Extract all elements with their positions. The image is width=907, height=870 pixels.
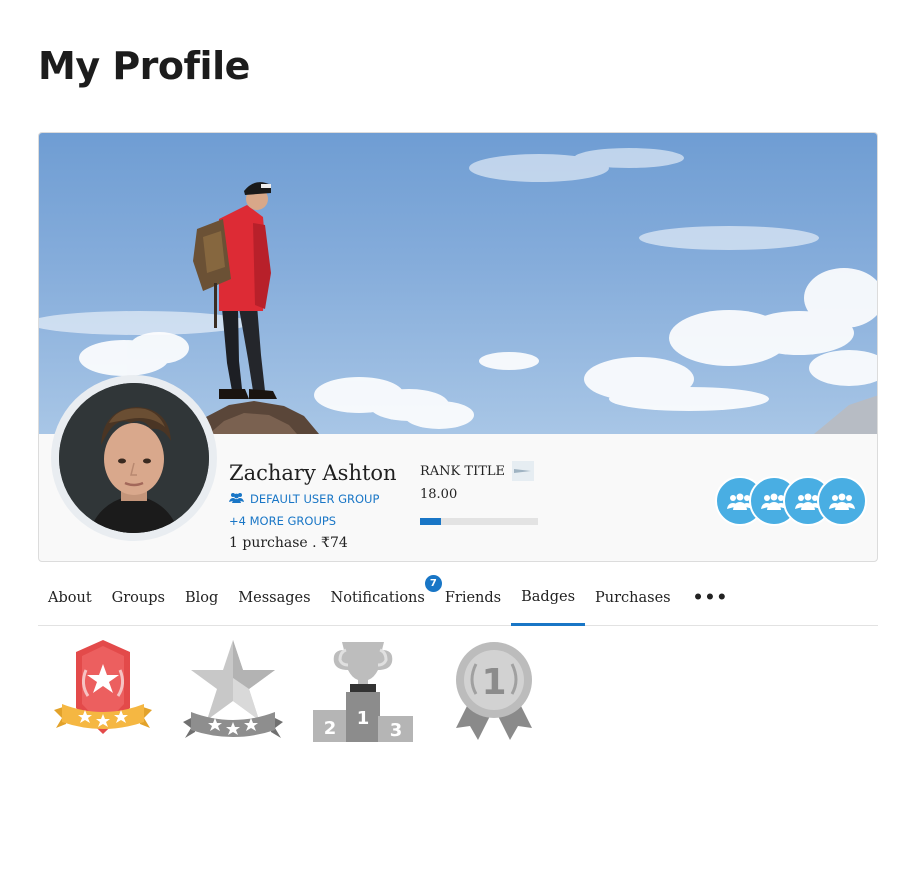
default-user-group-link[interactable]: DEFAULT USER GROUP xyxy=(229,492,379,506)
group-avatar[interactable] xyxy=(817,476,867,526)
users-group-icon xyxy=(229,492,244,506)
rank-title-row: RANK TITLE xyxy=(420,461,534,481)
rank-progress-fill xyxy=(420,518,442,525)
avatar[interactable] xyxy=(59,383,209,533)
default-user-group-label: DEFAULT USER GROUP xyxy=(250,492,380,506)
tab-label: Groups xyxy=(111,589,165,606)
podium-third-label: 3 xyxy=(390,720,403,741)
profile-card: Zachary Ashton DEFAULT USER GROUP +4 MOR… xyxy=(38,132,878,562)
tab-blog[interactable]: Blog xyxy=(175,570,228,625)
rank-flag-icon xyxy=(512,461,534,481)
tab-label: About xyxy=(48,589,92,606)
tab-messages[interactable]: Messages xyxy=(228,570,320,625)
tab-label: Messages xyxy=(238,589,311,606)
group-people-icon xyxy=(829,493,855,510)
avatar-portrait xyxy=(59,383,209,533)
tab-notifications[interactable]: Notifications 7 xyxy=(321,570,443,625)
group-avatars xyxy=(715,476,867,526)
tab-label: Friends xyxy=(444,589,502,606)
purchase-summary: 1 purchase . ₹74 xyxy=(229,535,348,551)
page-title: My Profile xyxy=(38,44,250,88)
tab-friends[interactable]: Friends xyxy=(435,570,511,625)
grey-star-ribbon-badge-icon[interactable] xyxy=(183,638,283,746)
rank-points: 18.00 xyxy=(420,487,458,502)
tab-label: Notifications xyxy=(330,589,425,606)
tab-purchases[interactable]: Purchases xyxy=(585,570,681,625)
more-groups-link[interactable]: +4 MORE GROUPS xyxy=(229,514,336,528)
podium-second-label: 2 xyxy=(324,718,337,739)
rank-progress-bar xyxy=(420,518,538,525)
red-star-shield-badge-icon[interactable] xyxy=(52,638,154,742)
tab-badges[interactable]: Badges xyxy=(511,570,586,626)
profile-tabs: About Groups Blog Messages Notifications… xyxy=(38,570,878,626)
first-place-medal-badge-icon[interactable]: 1 xyxy=(450,638,538,746)
tab-label: Purchases xyxy=(595,589,671,606)
podium-trophy-badge-icon[interactable]: 2 1 3 xyxy=(312,638,414,746)
medal-rank-label: 1 xyxy=(481,662,506,703)
badges-grid: 2 1 3 1 xyxy=(50,638,550,748)
tab-label: Blog xyxy=(184,589,219,606)
podium-first-label: 1 xyxy=(357,708,370,729)
tab-groups[interactable]: Groups xyxy=(102,570,175,625)
user-name[interactable]: Zachary Ashton xyxy=(229,461,397,485)
rank-title-label: RANK TITLE xyxy=(420,463,505,479)
tab-label: Badges xyxy=(521,588,576,605)
tab-about[interactable]: About xyxy=(38,570,102,625)
more-tabs-button[interactable]: ••• xyxy=(681,570,739,625)
